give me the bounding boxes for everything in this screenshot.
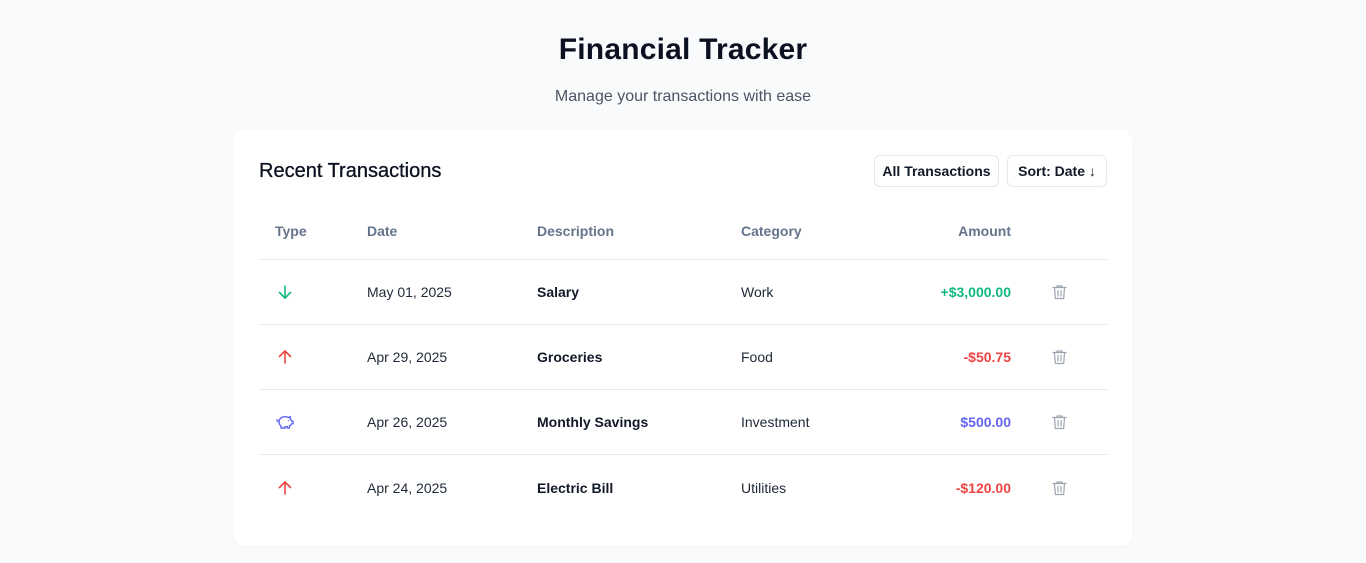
transactions-table: Type Date Description Category Amount Ma… [259, 203, 1107, 520]
column-header-description: Description [537, 223, 615, 239]
description-cell: Monthly Savings [537, 414, 649, 430]
actions-cell [1049, 455, 1069, 520]
sort-button[interactable]: Sort: Date ↓ [1007, 155, 1107, 187]
table-row[interactable]: Apr 24, 2025 Electric Bill Utilities -$1… [259, 455, 1107, 520]
column-header-date: Date [367, 223, 398, 239]
card-header: Recent Transactions All Transactions Sor… [259, 155, 1107, 187]
category-cell: Work [741, 284, 774, 300]
trash-icon[interactable] [1049, 412, 1069, 432]
card-title: Recent Transactions [259, 160, 442, 182]
page-header: Financial Tracker Manage your transactio… [0, 30, 1366, 107]
description-cell: Salary [537, 284, 580, 300]
page-subtitle: Manage your transactions with ease [554, 88, 812, 105]
arrow-up-icon [275, 347, 295, 367]
trash-icon[interactable] [1049, 282, 1069, 302]
column-header-type: Type [275, 223, 307, 239]
date-cell: Apr 29, 2025 [367, 349, 448, 365]
actions-cell [1049, 260, 1069, 324]
trash-icon[interactable] [1049, 347, 1069, 367]
category-cell: Investment [741, 414, 810, 430]
description-cell: Groceries [537, 349, 603, 365]
page-title: Financial Tracker [558, 33, 808, 66]
arrow-down-icon [275, 282, 295, 302]
filter-button[interactable]: All Transactions [874, 155, 999, 187]
actions-cell [1049, 390, 1069, 454]
table-header-row: Type Date Description Category Amount [259, 203, 1107, 260]
type-cell [275, 325, 295, 389]
amount-cell: +$3,000.00 [940, 284, 1011, 300]
table-controls: All Transactions Sort: Date ↓ [874, 155, 1107, 187]
date-cell: Apr 26, 2025 [367, 414, 448, 430]
amount-cell: $500.00 [960, 414, 1011, 430]
arrow-up-icon [275, 478, 295, 498]
category-cell: Utilities [741, 479, 787, 496]
type-cell [275, 260, 295, 324]
trash-icon[interactable] [1049, 478, 1069, 498]
type-cell [275, 390, 295, 454]
column-header-amount: Amount [958, 223, 1011, 239]
table-row[interactable]: Apr 26, 2025 Monthly Savings Investment … [259, 390, 1107, 455]
date-cell: May 01, 2025 [367, 284, 452, 300]
amount-cell: -$120.00 [955, 479, 1011, 496]
piggy-bank-icon [275, 412, 295, 432]
category-cell: Food [741, 349, 773, 365]
table-row[interactable]: May 01, 2025 Salary Work +$3,000.00 [259, 260, 1107, 325]
type-cell [275, 455, 295, 520]
date-cell: Apr 24, 2025 [367, 479, 448, 496]
amount-cell: -$50.75 [963, 349, 1011, 365]
actions-cell [1049, 325, 1069, 389]
transactions-card: Recent Transactions All Transactions Sor… [234, 130, 1132, 546]
column-header-category: Category [741, 223, 802, 239]
description-cell: Electric Bill [537, 479, 614, 496]
table-row[interactable]: Apr 29, 2025 Groceries Food -$50.75 [259, 325, 1107, 390]
